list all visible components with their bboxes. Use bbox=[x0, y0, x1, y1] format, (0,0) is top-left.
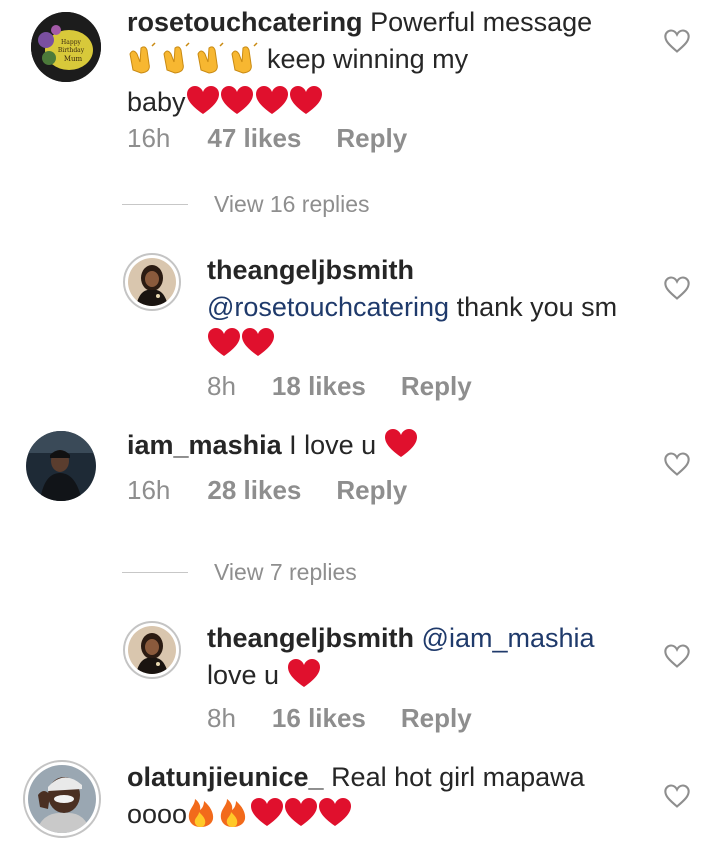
fire-emoji bbox=[188, 799, 214, 827]
comment-text: love u bbox=[207, 660, 280, 690]
heart-outline-icon[interactable] bbox=[663, 27, 691, 55]
svg-text:Birthday: Birthday bbox=[58, 47, 85, 54]
fire-emoji bbox=[220, 799, 246, 827]
clap-emoji bbox=[129, 42, 258, 74]
heart-outline-icon[interactable] bbox=[663, 274, 691, 302]
reply-body: theangeljbsmith @iam_mashia love u bbox=[207, 620, 647, 699]
heart-emoji-row bbox=[186, 86, 324, 126]
comment-meta: 8h 16 likes Reply bbox=[207, 701, 472, 735]
comment-time: 16h bbox=[127, 122, 171, 153]
comment-time: 16h bbox=[127, 474, 171, 505]
reply-button[interactable]: Reply bbox=[401, 371, 472, 402]
comment-time: 8h bbox=[207, 702, 236, 733]
comment-body: iam_mashia I love u bbox=[127, 427, 627, 469]
red-heart-emoji bbox=[384, 429, 417, 457]
avatar-image bbox=[28, 765, 96, 833]
heart-emoji-row bbox=[207, 328, 277, 368]
mention-link[interactable]: @iam_mashia bbox=[422, 623, 595, 653]
comment-text: thank you sm bbox=[456, 292, 618, 322]
comment-text: keep winning my bbox=[267, 44, 469, 74]
reply-body: theangeljbsmith @rosetouchcatering thank… bbox=[207, 252, 647, 368]
heart-outline-icon[interactable] bbox=[663, 782, 691, 810]
comment-text: Real hot girl mapawa bbox=[331, 762, 585, 792]
username[interactable]: theangeljbsmith bbox=[207, 252, 647, 289]
view-replies-label: View 7 replies bbox=[214, 558, 357, 585]
comment-text: I love u bbox=[289, 430, 377, 460]
avatar-image bbox=[128, 258, 176, 306]
comment-time: 8h bbox=[207, 370, 236, 401]
avatar-image: Happy Birthday Mum bbox=[31, 12, 101, 82]
comment-body: olatunjieunice_ Real hot girl mapawa ooo… bbox=[127, 759, 647, 838]
avatar-image bbox=[128, 626, 176, 674]
heart-outline-icon[interactable] bbox=[663, 450, 691, 478]
username[interactable]: olatunjieunice_ bbox=[127, 762, 324, 792]
view-replies-button[interactable]: View 16 replies bbox=[122, 189, 370, 219]
reply-button[interactable]: Reply bbox=[401, 703, 472, 734]
heart-emoji bbox=[287, 659, 321, 699]
avatar[interactable]: Happy Birthday Mum bbox=[31, 12, 101, 82]
view-replies-button[interactable]: View 7 replies bbox=[122, 557, 357, 587]
fire-and-heart-emojis bbox=[188, 798, 352, 827]
username[interactable]: iam_mashia bbox=[127, 430, 282, 460]
comment-text: Powerful message bbox=[370, 7, 593, 37]
comment-text: baby bbox=[127, 87, 186, 117]
red-heart-emoji bbox=[208, 328, 274, 356]
comment-meta: 8h 18 likes Reply bbox=[207, 369, 472, 403]
divider-line bbox=[122, 203, 188, 205]
username[interactable]: rosetouchcatering bbox=[127, 7, 363, 37]
avatar[interactable] bbox=[26, 431, 96, 501]
comment-text: oooo bbox=[127, 799, 188, 829]
heart-emoji bbox=[384, 429, 418, 469]
divider-line bbox=[122, 571, 188, 573]
like-count[interactable]: 18 likes bbox=[272, 371, 366, 402]
like-count[interactable]: 47 likes bbox=[207, 123, 301, 154]
comment-meta: 16h 47 likes Reply bbox=[127, 121, 407, 155]
like-count[interactable]: 28 likes bbox=[207, 475, 301, 506]
reply-button[interactable]: Reply bbox=[336, 475, 407, 506]
avatar[interactable] bbox=[128, 258, 176, 306]
svg-text:Mum: Mum bbox=[64, 55, 83, 63]
reply-button[interactable]: Reply bbox=[336, 123, 407, 154]
like-count[interactable]: 16 likes bbox=[272, 703, 366, 734]
heart-outline-icon[interactable] bbox=[663, 642, 691, 670]
comment-body: rosetouchcatering Powerful message keep … bbox=[127, 4, 627, 126]
svg-text:Happy: Happy bbox=[61, 39, 81, 46]
avatar[interactable] bbox=[28, 765, 96, 833]
mention-link[interactable]: @rosetouchcatering bbox=[207, 292, 449, 322]
comment-meta: 16h 28 likes Reply bbox=[127, 473, 407, 507]
view-replies-label: View 16 replies bbox=[214, 190, 370, 217]
emoji-row bbox=[187, 796, 363, 838]
username[interactable]: theangeljbsmith bbox=[207, 623, 414, 653]
avatar-image bbox=[26, 431, 96, 501]
red-heart-emoji bbox=[186, 86, 322, 114]
clap-emoji-row bbox=[127, 42, 267, 84]
avatar[interactable] bbox=[128, 626, 176, 674]
red-heart-emoji bbox=[287, 659, 320, 687]
